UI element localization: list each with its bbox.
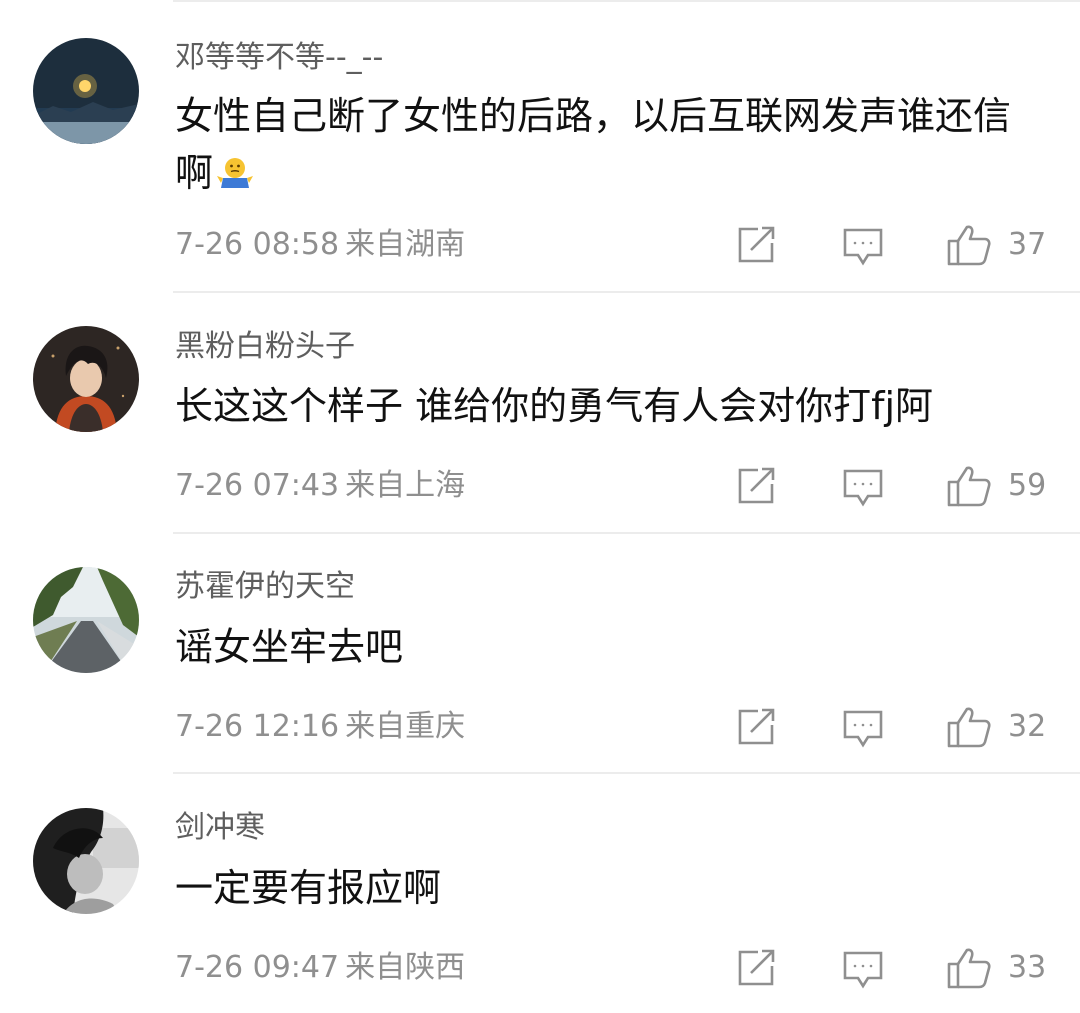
thumbs-up-icon[interactable] bbox=[946, 946, 992, 990]
comment-location: 来自陕西 bbox=[345, 950, 466, 985]
comment-meta: 7-26 09:47 来自陕西 bbox=[175, 948, 465, 988]
comment-text-body: 一定要有报应啊 bbox=[175, 866, 442, 910]
like-count: 33 bbox=[1008, 950, 1047, 985]
avatar[interactable] bbox=[33, 808, 139, 914]
comment-time: 7-26 09:47 bbox=[175, 950, 340, 985]
share-icon[interactable] bbox=[736, 948, 776, 988]
comment-text: 一定要有报应啊 bbox=[175, 860, 1035, 917]
username[interactable]: 剑冲寒 bbox=[175, 808, 265, 848]
comment-item: 剑冲寒 一定要有报应啊 7-26 09:47 来自陕西 33 bbox=[0, 0, 1080, 1013]
comment-icon[interactable] bbox=[842, 948, 884, 990]
